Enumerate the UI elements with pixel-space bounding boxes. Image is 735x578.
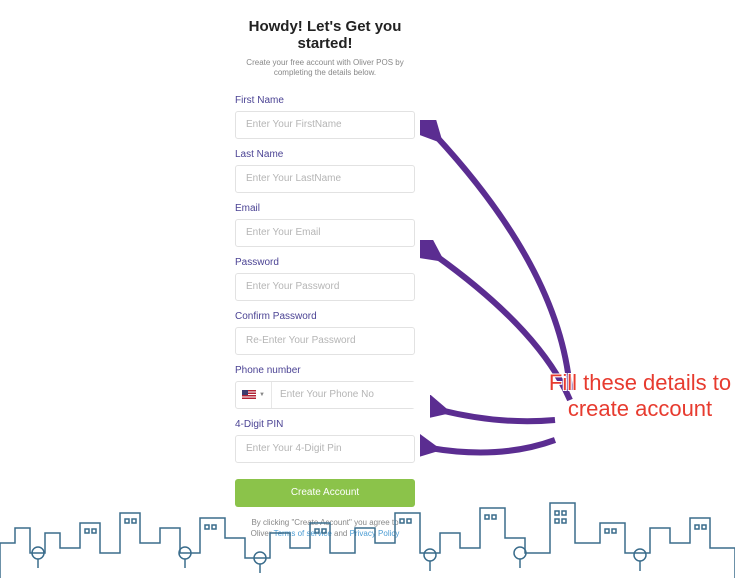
us-flag-icon bbox=[242, 390, 256, 399]
phone-label: Phone number bbox=[235, 365, 415, 376]
annotation-arrow-4 bbox=[420, 430, 560, 470]
first-name-label: First Name bbox=[235, 95, 415, 106]
pin-input[interactable] bbox=[235, 435, 415, 463]
signup-form: Howdy! Let's Get you started! Create you… bbox=[235, 18, 415, 539]
page-subtitle: Create your free account with Oliver POS… bbox=[235, 58, 415, 79]
pin-label: 4-Digit PIN bbox=[235, 419, 415, 430]
last-name-label: Last Name bbox=[235, 149, 415, 160]
annotation-text: Fill these details to create account bbox=[545, 370, 735, 423]
disclaimer: By clicking "Create Account" you agree t… bbox=[235, 517, 415, 539]
first-name-group: First Name bbox=[235, 95, 415, 139]
confirm-password-input[interactable] bbox=[235, 327, 415, 355]
first-name-input[interactable] bbox=[235, 111, 415, 139]
email-input[interactable] bbox=[235, 219, 415, 247]
annotation-arrow-3 bbox=[430, 395, 560, 435]
email-label: Email bbox=[235, 203, 415, 214]
password-label: Password bbox=[235, 257, 415, 268]
annotation-arrow-1 bbox=[420, 120, 590, 400]
password-group: Password bbox=[235, 257, 415, 301]
email-group: Email bbox=[235, 203, 415, 247]
create-account-button[interactable]: Create Account bbox=[235, 479, 415, 507]
country-code-select[interactable]: ▼ bbox=[236, 382, 272, 408]
password-input[interactable] bbox=[235, 273, 415, 301]
page-title: Howdy! Let's Get you started! bbox=[235, 18, 415, 52]
privacy-link[interactable]: Privacy Policy bbox=[350, 529, 400, 538]
disclaimer-and: and bbox=[332, 529, 350, 538]
pin-group: 4-Digit PIN bbox=[235, 419, 415, 463]
confirm-password-group: Confirm Password bbox=[235, 311, 415, 355]
last-name-group: Last Name bbox=[235, 149, 415, 193]
chevron-down-icon: ▼ bbox=[259, 392, 265, 398]
tos-link[interactable]: Terms of service bbox=[274, 529, 332, 538]
phone-input[interactable] bbox=[272, 382, 420, 408]
phone-group: Phone number ▼ bbox=[235, 365, 415, 409]
phone-wrapper: ▼ bbox=[235, 381, 415, 409]
last-name-input[interactable] bbox=[235, 165, 415, 193]
confirm-password-label: Confirm Password bbox=[235, 311, 415, 322]
